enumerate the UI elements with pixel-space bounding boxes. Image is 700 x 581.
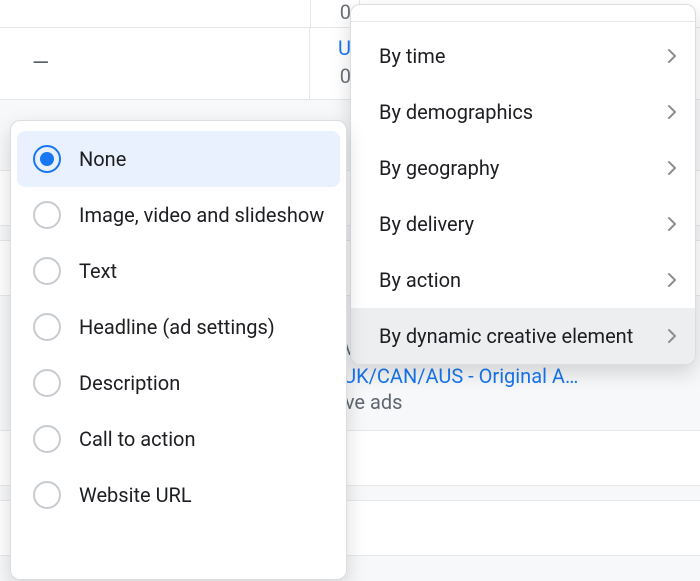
- radio-option[interactable]: Description: [17, 355, 340, 411]
- menu-divider: [351, 21, 695, 22]
- breakdown-category-item[interactable]: By delivery: [351, 196, 695, 252]
- breakdown-category-menu: By time By demographics By geography By del…: [350, 4, 696, 365]
- dynamic-creative-radio-menu: None Image, video and slideshow Text Headli…: [10, 120, 347, 580]
- status-text: ctive ads: [323, 390, 688, 414]
- breakdown-category-item[interactable]: By demographics: [351, 84, 695, 140]
- breakdown-category-item[interactable]: By dynamic creative element: [351, 308, 695, 364]
- radio-icon: [33, 369, 61, 397]
- radio-icon: [33, 425, 61, 453]
- chevron-right-icon: [667, 328, 677, 344]
- breakdown-category-label: By action: [379, 268, 461, 292]
- radio-option[interactable]: Website URL: [17, 467, 340, 509]
- campaign-link[interactable]: S/UK/CAN/AUS - Original A…: [323, 364, 688, 388]
- cell-placeholder: —: [0, 28, 310, 99]
- radio-option-label: Call to action: [79, 427, 196, 451]
- breakdown-category-label: By geography: [379, 156, 499, 180]
- chevron-right-icon: [667, 48, 677, 64]
- radio-option-label: Text: [79, 259, 117, 283]
- breakdown-category-label: By time: [379, 44, 445, 68]
- chevron-right-icon: [667, 160, 677, 176]
- radio-option-label: Website URL: [79, 483, 192, 507]
- radio-icon: [33, 257, 61, 285]
- radio-option[interactable]: Text: [17, 243, 340, 299]
- breakdown-category-label: By demographics: [379, 100, 533, 124]
- radio-icon: [33, 481, 61, 509]
- radio-option-label: Description: [79, 371, 180, 395]
- breakdown-category-item[interactable]: By time: [351, 28, 695, 84]
- radio-option-label: None: [79, 147, 126, 171]
- radio-option-label: Image, video and slideshow: [79, 203, 324, 227]
- chevron-right-icon: [667, 216, 677, 232]
- radio-icon: [33, 145, 61, 173]
- breakdown-category-label: By dynamic creative element: [379, 324, 633, 348]
- radio-option[interactable]: Headline (ad settings): [17, 299, 340, 355]
- radio-option[interactable]: Image, video and slideshow: [17, 187, 340, 243]
- chevron-right-icon: [667, 272, 677, 288]
- breakdown-category-item[interactable]: By geography: [351, 140, 695, 196]
- chevron-right-icon: [667, 104, 677, 120]
- radio-icon: [33, 201, 61, 229]
- radio-option-label: Headline (ad settings): [79, 315, 275, 339]
- breakdown-category-label: By delivery: [379, 212, 474, 236]
- radio-option[interactable]: None: [17, 131, 340, 187]
- breakdown-category-item[interactable]: By action: [351, 252, 695, 308]
- radio-icon: [33, 313, 61, 341]
- radio-option[interactable]: Call to action: [17, 411, 340, 467]
